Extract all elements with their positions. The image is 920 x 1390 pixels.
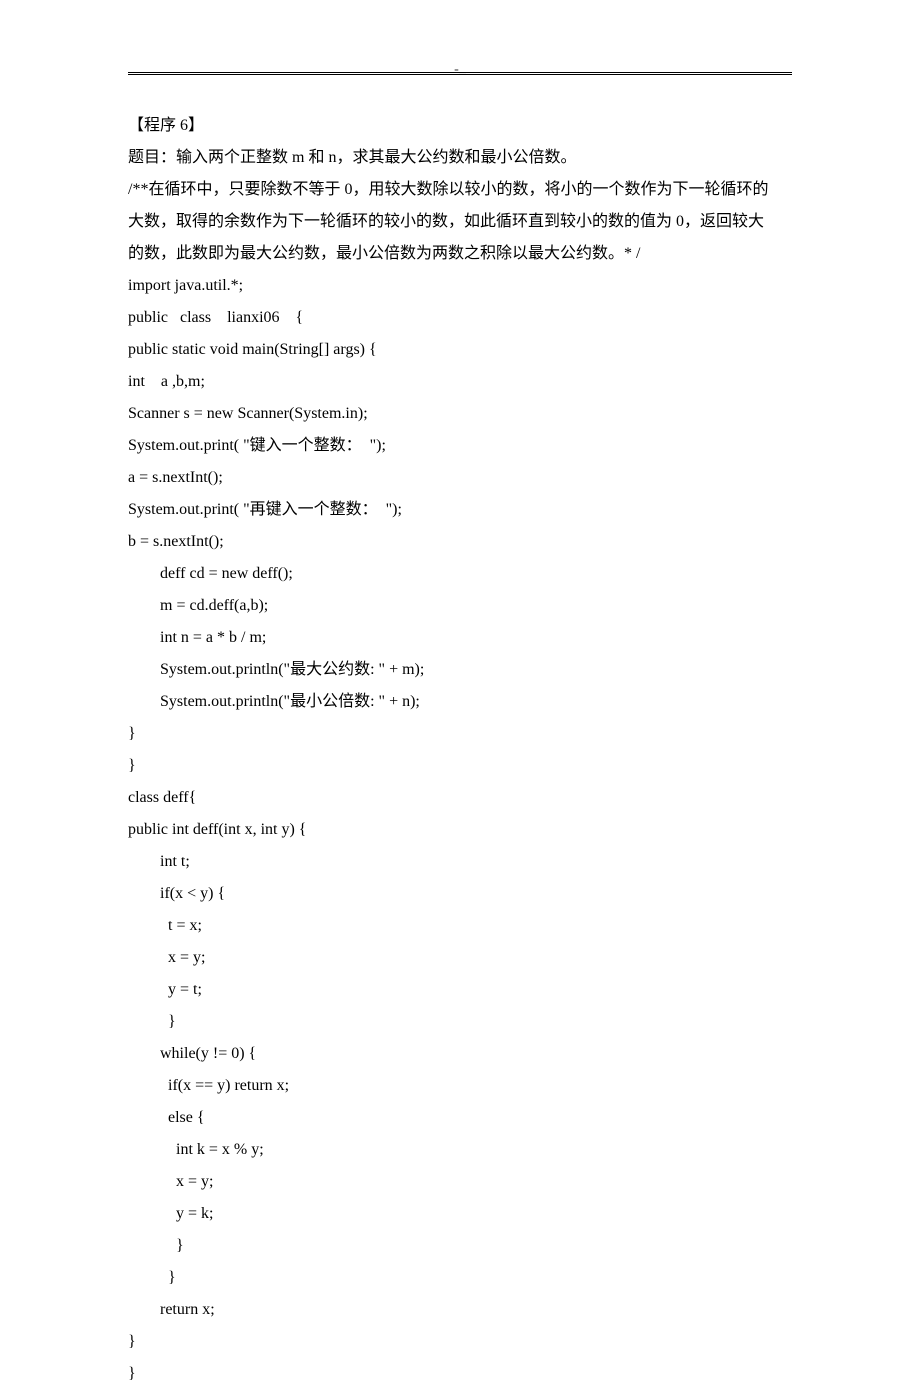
code-line: a = s.nextInt();: [128, 462, 792, 494]
code-line: else {: [128, 1102, 792, 1134]
code-line: System.out.print( "再键入一个整数： ");: [128, 494, 792, 526]
code-line: if(x == y) return x;: [128, 1070, 792, 1102]
code-line: }: [128, 1358, 792, 1390]
code-line: y = k;: [128, 1198, 792, 1230]
code-line: x = y;: [128, 1166, 792, 1198]
code-line: import java.util.*;: [128, 270, 792, 302]
code-line: int t;: [128, 846, 792, 878]
code-line: 题目：输入两个正整数 m 和 n，求其最大公约数和最小公倍数。: [128, 142, 792, 174]
header-rule: [128, 72, 792, 75]
code-line: return x;: [128, 1294, 792, 1326]
code-line: y = t;: [128, 974, 792, 1006]
code-line: public int deff(int x, int y) {: [128, 814, 792, 846]
code-line: 的数，此数即为最大公约数，最小公倍数为两数之积除以最大公约数。* /: [128, 238, 792, 270]
code-line: if(x < y) {: [128, 878, 792, 910]
code-line: int a ,b,m;: [128, 366, 792, 398]
code-line: }: [128, 1230, 792, 1262]
code-line: public static void main(String[] args) {: [128, 334, 792, 366]
code-line: }: [128, 1262, 792, 1294]
code-line: }: [128, 718, 792, 750]
code-line: m = cd.deff(a,b);: [128, 590, 792, 622]
code-line: }: [128, 1326, 792, 1358]
code-line: deff cd = new deff();: [128, 558, 792, 590]
document-content: 【程序 6】题目：输入两个正整数 m 和 n，求其最大公约数和最小公倍数。/**…: [128, 110, 792, 1390]
code-line: int k = x % y;: [128, 1134, 792, 1166]
code-line: 大数，取得的余数作为下一轮循环的较小的数，如此循环直到较小的数的值为 0，返回较…: [128, 206, 792, 238]
code-line: x = y;: [128, 942, 792, 974]
code-line: System.out.println("最大公约数: " + m);: [128, 654, 792, 686]
header-mark: -_: [454, 56, 466, 84]
code-line: int n = a * b / m;: [128, 622, 792, 654]
code-line: while(y != 0) {: [128, 1038, 792, 1070]
code-line: class deff{: [128, 782, 792, 814]
code-line: b = s.nextInt();: [128, 526, 792, 558]
code-line: t = x;: [128, 910, 792, 942]
code-line: /**在循环中，只要除数不等于 0，用较大数除以较小的数，将小的一个数作为下一轮…: [128, 174, 792, 206]
code-line: System.out.print( "键入一个整数： ");: [128, 430, 792, 462]
code-line: 【程序 6】: [128, 110, 792, 142]
code-line: System.out.println("最小公倍数: " + n);: [128, 686, 792, 718]
code-line: Scanner s = new Scanner(System.in);: [128, 398, 792, 430]
code-line: }: [128, 1006, 792, 1038]
code-line: }: [128, 750, 792, 782]
code-line: public class lianxi06 {: [128, 302, 792, 334]
